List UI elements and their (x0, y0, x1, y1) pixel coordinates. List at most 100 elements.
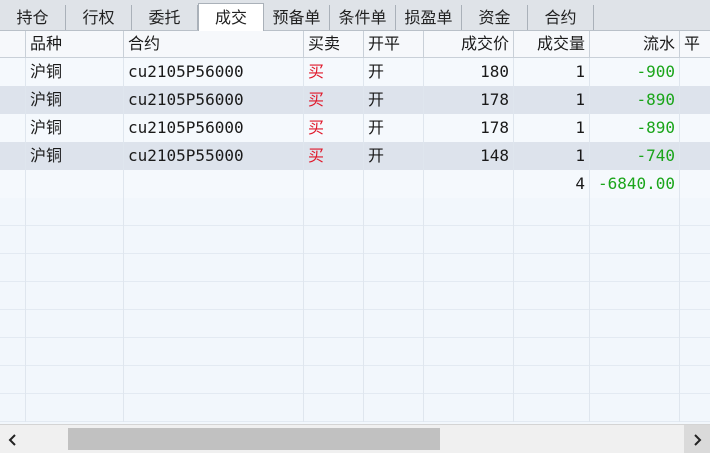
column-header-side[interactable]: 买卖 (304, 31, 364, 57)
empty-cell (304, 170, 364, 198)
cell-contract: cu2105P56000 (124, 58, 304, 86)
cell-price: 148 (424, 142, 514, 170)
tab-stop-profit-orders[interactable]: 损盈单 (396, 5, 462, 30)
empty-cell (364, 170, 424, 198)
empty-cell (26, 198, 124, 226)
cell-variety: 沪铜 (26, 142, 124, 170)
cell-variety: 沪铜 (26, 86, 124, 114)
empty-row (0, 226, 710, 254)
cell-open-close: 开 (364, 114, 424, 142)
empty-cell (26, 254, 124, 282)
empty-cell (590, 198, 680, 226)
empty-cell (304, 198, 364, 226)
horizontal-scrollbar[interactable] (0, 424, 710, 453)
table-row[interactable]: 沪铜 cu2105P55000 买 开 148 1 -740 (0, 142, 710, 170)
empty-cell (424, 254, 514, 282)
row-selector[interactable] (0, 58, 26, 86)
empty-cell (124, 226, 304, 254)
column-header-volume[interactable]: 成交量 (514, 31, 590, 57)
cell-side: 买 (304, 142, 364, 170)
empty-cell (514, 338, 590, 366)
table-row[interactable]: 沪铜 cu2105P56000 买 开 178 1 -890 (0, 86, 710, 114)
row-header-corner (0, 31, 26, 57)
empty-cell (424, 310, 514, 338)
empty-cell (680, 170, 710, 198)
empty-row (0, 254, 710, 282)
cell-volume: 1 (514, 86, 590, 114)
empty-row (0, 310, 710, 338)
trades-grid[interactable]: 品种 合约 买卖 开平 成交价 成交量 流水 平 沪铜 cu2105P56000… (0, 31, 710, 424)
row-selector[interactable] (0, 142, 26, 170)
column-header-variety[interactable]: 品种 (26, 31, 124, 57)
empty-cell (590, 338, 680, 366)
empty-cell (304, 254, 364, 282)
row-selector[interactable] (0, 170, 26, 198)
row-selector[interactable] (0, 86, 26, 114)
tab-conditional-orders[interactable]: 条件单 (330, 5, 396, 30)
cell-volume: 1 (514, 142, 590, 170)
empty-cell (424, 170, 514, 198)
table-row[interactable]: 沪铜 cu2105P56000 买 开 178 1 -890 (0, 114, 710, 142)
chevron-right-icon[interactable] (684, 425, 710, 453)
row-selector[interactable] (0, 114, 26, 142)
total-row: 4 -6840.00 (0, 170, 710, 198)
chevron-left-icon[interactable] (0, 425, 26, 453)
tab-contracts[interactable]: 合约 (528, 5, 594, 30)
column-header-flow[interactable]: 流水 (590, 31, 680, 57)
empty-cell (590, 254, 680, 282)
empty-cell (364, 310, 424, 338)
cell-contract: cu2105P56000 (124, 86, 304, 114)
empty-cell (26, 394, 124, 422)
tab-exercise[interactable]: 行权 (66, 5, 132, 30)
empty-cell (364, 338, 424, 366)
empty-cell (0, 338, 26, 366)
column-header-contract[interactable]: 合约 (124, 31, 304, 57)
empty-cell (0, 282, 26, 310)
column-header-open-close[interactable]: 开平 (364, 31, 424, 57)
column-header-close-pnl[interactable]: 平 (680, 31, 710, 57)
chevron-left-icon-glyph (8, 433, 16, 446)
empty-cell (590, 394, 680, 422)
tab-trades[interactable]: 成交 (198, 3, 264, 31)
empty-cell (124, 170, 304, 198)
empty-cell (514, 226, 590, 254)
cell-volume: 1 (514, 58, 590, 86)
empty-cell (26, 170, 124, 198)
cell-close-pnl (680, 86, 710, 114)
cell-flow: -900 (590, 58, 680, 86)
scrollbar-thumb[interactable] (68, 428, 440, 450)
empty-cell (424, 366, 514, 394)
tab-funds[interactable]: 资金 (462, 5, 528, 30)
empty-cell (514, 254, 590, 282)
empty-cell (0, 254, 26, 282)
tab-positions[interactable]: 持仓 (0, 5, 66, 30)
cell-close-pnl (680, 142, 710, 170)
empty-cell (124, 394, 304, 422)
tab-orders[interactable]: 委托 (132, 5, 198, 30)
total-volume: 4 (514, 170, 590, 198)
cell-volume: 1 (514, 114, 590, 142)
cell-close-pnl (680, 58, 710, 86)
tab-preorders[interactable]: 预备单 (264, 5, 330, 30)
cell-open-close: 开 (364, 58, 424, 86)
empty-cell (304, 282, 364, 310)
empty-cell (364, 394, 424, 422)
cell-flow: -890 (590, 86, 680, 114)
empty-cell (124, 310, 304, 338)
empty-cell (0, 310, 26, 338)
empty-cell (424, 198, 514, 226)
empty-cell (124, 254, 304, 282)
cell-contract: cu2105P56000 (124, 114, 304, 142)
column-header-price[interactable]: 成交价 (424, 31, 514, 57)
empty-cell (304, 338, 364, 366)
empty-cell (364, 366, 424, 394)
empty-cell (304, 394, 364, 422)
table-row[interactable]: 沪铜 cu2105P56000 买 开 180 1 -900 (0, 58, 710, 86)
empty-cell (304, 310, 364, 338)
empty-cell (124, 338, 304, 366)
empty-cell (364, 198, 424, 226)
cell-flow: -890 (590, 114, 680, 142)
empty-cell (424, 282, 514, 310)
cell-price: 180 (424, 58, 514, 86)
empty-cell (514, 198, 590, 226)
